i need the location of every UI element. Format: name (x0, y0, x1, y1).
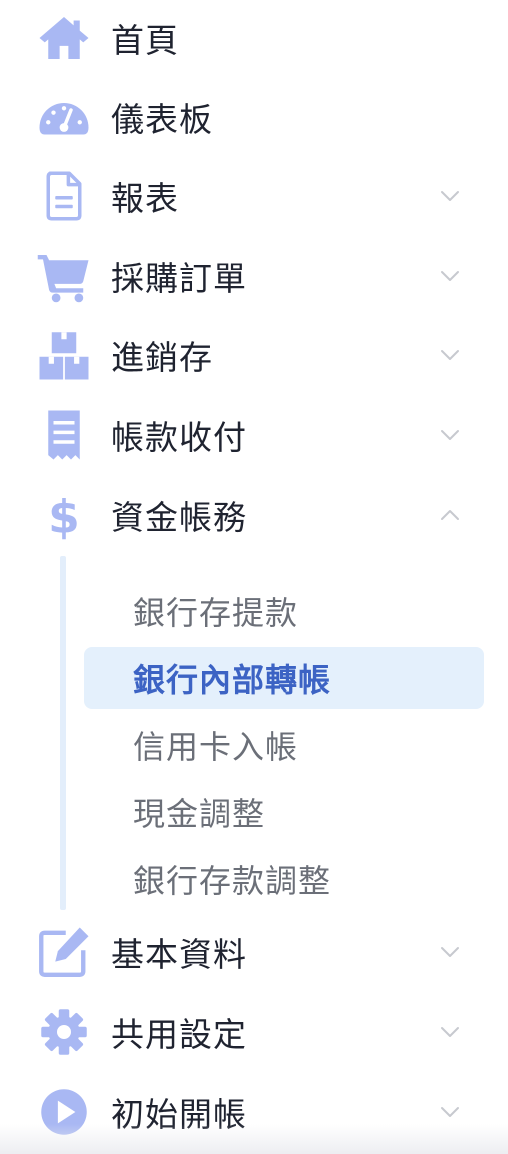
menu-item-purchase-orders[interactable]: 採購訂單 (0, 240, 508, 312)
play-circle-icon (34, 1082, 94, 1142)
menu-item-master-data[interactable]: 基本資料 (0, 916, 508, 988)
chevron-down-icon[interactable] (438, 1100, 462, 1124)
menu-label: 基本資料 (111, 935, 247, 974)
dollar-icon: $ (34, 485, 94, 545)
menu-item-home[interactable]: 首頁 (0, 2, 508, 74)
menu-label: 報表 (111, 179, 179, 218)
submenu-item-credit-card-posting[interactable]: 信用卡入帳 (84, 714, 484, 776)
submenu-label: 銀行內部轉帳 (133, 661, 332, 699)
submenu-indicator-line (60, 556, 66, 910)
menu-item-inventory[interactable]: 進銷存 (0, 319, 508, 391)
menu-item-payments[interactable]: 帳款收付 (0, 399, 508, 471)
chevron-down-icon[interactable] (438, 940, 462, 964)
menu-item-opening-balance[interactable]: 初始開帳 (0, 1076, 508, 1148)
document-icon (34, 166, 94, 226)
home-icon (34, 8, 94, 68)
dashboard-gauge-icon (34, 87, 94, 147)
menu-item-shared-settings[interactable]: 共用設定 (0, 996, 508, 1068)
edit-icon (34, 922, 94, 982)
gear-icon (34, 1002, 94, 1062)
chevron-up-icon[interactable] (438, 503, 462, 527)
menu-label: 進銷存 (111, 338, 213, 377)
submenu-label: 現金調整 (133, 795, 266, 833)
submenu-label: 銀行存提款 (133, 594, 299, 632)
shopping-cart-icon (34, 246, 94, 306)
menu-label: 初始開帳 (111, 1095, 247, 1134)
svg-text:$: $ (48, 491, 80, 544)
submenu-label: 銀行存款調整 (133, 862, 332, 900)
menu-label: 帳款收付 (111, 418, 247, 457)
menu-label: 首頁 (111, 21, 179, 60)
chevron-down-icon[interactable] (438, 343, 462, 367)
chevron-down-icon[interactable] (438, 1020, 462, 1044)
submenu-item-bank-deposit-adjustment[interactable]: 銀行存款調整 (84, 848, 484, 910)
menu-label: 共用設定 (111, 1015, 247, 1054)
submenu-item-bank-deposit-withdrawal[interactable]: 銀行存提款 (84, 580, 484, 642)
receipt-icon (34, 405, 94, 465)
menu-label: 資金帳務 (111, 498, 247, 537)
submenu-item-bank-internal-transfer[interactable]: 銀行內部轉帳 (84, 647, 484, 709)
menu-item-reports[interactable]: 報表 (0, 160, 508, 232)
chevron-down-icon[interactable] (438, 264, 462, 288)
menu-item-treasury[interactable]: $ 資金帳務 (0, 479, 508, 551)
menu-item-dashboard[interactable]: 儀表板 (0, 81, 508, 153)
menu-label: 儀表板 (111, 100, 213, 139)
chevron-down-icon[interactable] (438, 184, 462, 208)
menu-label: 採購訂單 (111, 259, 247, 298)
submenu-label: 信用卡入帳 (133, 728, 299, 766)
submenu-item-cash-adjustment[interactable]: 現金調整 (84, 781, 484, 843)
boxes-icon (34, 325, 94, 385)
chevron-down-icon[interactable] (438, 423, 462, 447)
